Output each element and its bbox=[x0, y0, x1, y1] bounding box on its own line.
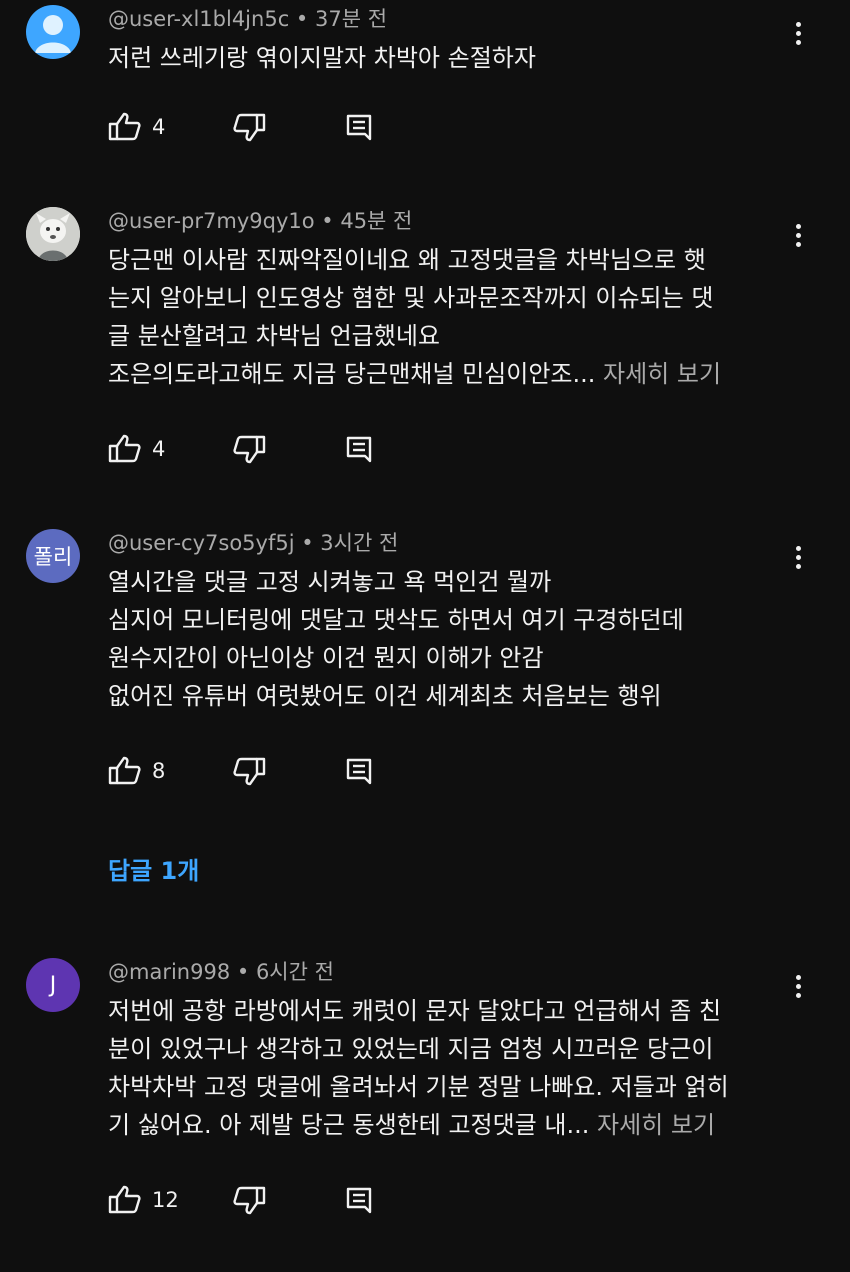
comment-line: 심지어 모니터링에 댓달고 댓삭도 하면서 여기 구경하던데 bbox=[108, 606, 684, 634]
comment-icon bbox=[346, 114, 372, 141]
avatar-initials: 폴리 bbox=[33, 545, 73, 569]
reply-button[interactable] bbox=[346, 1180, 372, 1220]
reply-button[interactable] bbox=[346, 429, 372, 469]
reply-button[interactable] bbox=[346, 107, 372, 147]
comment-line: 당근맨 이사람 진짜악질이네요 왜 고정댓글을 차박님으로 햇 bbox=[108, 246, 706, 274]
thumbs-up-icon bbox=[108, 1185, 141, 1214]
thumbs-up-icon bbox=[108, 756, 141, 785]
dot bbox=[795, 983, 801, 989]
comment-icon bbox=[346, 1187, 372, 1214]
comment-line: 글 분산할려고 차박님 언급했네요 bbox=[108, 322, 441, 350]
dot bbox=[795, 30, 801, 36]
avatar[interactable] bbox=[26, 5, 80, 59]
like-button[interactable]: 4 bbox=[108, 429, 165, 469]
read-more-link[interactable]: 자세히 보기 bbox=[597, 1111, 715, 1139]
username[interactable]: @user-xl1bl4jn5c bbox=[108, 7, 289, 31]
username[interactable]: @user-pr7my9qy1o bbox=[108, 209, 315, 233]
avatar[interactable] bbox=[26, 207, 80, 261]
comment-actions: 8 bbox=[108, 751, 428, 791]
username[interactable]: @marin998 bbox=[108, 960, 230, 984]
profile-photo-icon bbox=[26, 207, 80, 261]
timestamp: 6시간 전 bbox=[255, 960, 334, 984]
comment-text: 열시간을 댓글 고정 시켜놓고 욕 먹인건 뭘까 심지어 모니터링에 댓달고 댓… bbox=[108, 563, 798, 715]
truncated-text: 기 싫어요. 아 제발 당근 동생한테 고정댓글 내... bbox=[108, 1111, 590, 1139]
thumbs-down-icon bbox=[233, 757, 266, 786]
view-replies-button[interactable]: 답글 1개 bbox=[108, 851, 199, 886]
comment-line: 는지 알아보니 인도영상 혐한 및 사과문조작까지 이슈되는 댓 bbox=[108, 284, 714, 312]
dot bbox=[795, 545, 801, 551]
avatar-initials: J bbox=[49, 972, 57, 998]
avatar[interactable]: J bbox=[26, 958, 80, 1012]
comment-text: 저런 쓰레기랑 엮이지말자 차박아 손절하자 bbox=[108, 39, 798, 77]
dot bbox=[795, 232, 801, 238]
thumbs-down-icon bbox=[233, 1186, 266, 1215]
timestamp: 45분 전 bbox=[340, 209, 413, 233]
dislike-button[interactable] bbox=[232, 429, 266, 469]
comment-line: 분이 있었구나 생각하고 있었는데 지금 엄청 시끄러운 당근이 bbox=[108, 1035, 714, 1063]
comment-meta: @user-pr7my9qy1o • 45분 전 bbox=[108, 209, 413, 233]
username[interactable]: @user-cy7so5yf5j bbox=[108, 531, 295, 555]
comment-meta: @user-xl1bl4jn5c • 37분 전 bbox=[108, 7, 388, 31]
like-count: 8 bbox=[152, 759, 166, 783]
avatar[interactable]: 폴리 bbox=[26, 529, 80, 583]
timestamp: 37분 전 bbox=[315, 7, 388, 31]
comment-line: 차박차박 고정 댓글에 올려놔서 기분 정말 나빠요. 저들과 얽히 bbox=[108, 1073, 729, 1101]
comment-meta: @marin998 • 6시간 전 bbox=[108, 960, 334, 984]
comment-line: 원수지간이 아닌이상 이건 뭔지 이해가 안감 bbox=[108, 644, 544, 672]
comment-actions: 4 bbox=[108, 107, 428, 147]
comment-text: 당근맨 이사람 진짜악질이네요 왜 고정댓글을 차박님으로 햇 는지 알아보니 … bbox=[108, 241, 798, 393]
dislike-button[interactable] bbox=[232, 751, 266, 791]
dot bbox=[795, 554, 801, 560]
like-button[interactable]: 8 bbox=[108, 751, 165, 791]
dot bbox=[795, 974, 801, 980]
like-count: 4 bbox=[152, 115, 166, 139]
comment-text: 저번에 공항 라방에서도 캐럿이 문자 달았다고 언급해서 좀 친 분이 있었구… bbox=[108, 992, 798, 1144]
default-user-icon bbox=[35, 15, 71, 53]
read-more-link[interactable]: 자세히 보기 bbox=[603, 360, 721, 388]
comment-line: 저번에 공항 라방에서도 캐럿이 문자 달았다고 언급해서 좀 친 bbox=[108, 997, 722, 1025]
dot bbox=[795, 21, 801, 27]
comment-icon bbox=[346, 758, 372, 785]
dislike-button[interactable] bbox=[232, 107, 266, 147]
thumbs-up-icon bbox=[108, 434, 141, 463]
dislike-button[interactable] bbox=[232, 1180, 266, 1220]
like-count: 4 bbox=[152, 437, 166, 461]
reply-button[interactable] bbox=[346, 751, 372, 791]
comment-line: 열시간을 댓글 고정 시켜놓고 욕 먹인건 뭘까 bbox=[108, 568, 552, 596]
like-count: 12 bbox=[152, 1188, 179, 1212]
comment-actions: 12 bbox=[108, 1180, 428, 1220]
comment-line-truncated: 조은의도라고해도 지금 당근맨채널 민심이안조... 자세히 보기 bbox=[108, 355, 798, 393]
comment-line: 저런 쓰레기랑 엮이지말자 차박아 손절하자 bbox=[108, 44, 536, 72]
like-button[interactable]: 12 bbox=[108, 1180, 179, 1220]
timestamp: 3시간 전 bbox=[320, 531, 399, 555]
thumbs-up-icon bbox=[108, 112, 141, 141]
like-button[interactable]: 4 bbox=[108, 107, 165, 147]
comment-meta: @user-cy7so5yf5j • 3시간 전 bbox=[108, 531, 399, 555]
dot bbox=[795, 223, 801, 229]
thumbs-down-icon bbox=[233, 113, 266, 142]
comment-actions: 4 bbox=[108, 429, 428, 469]
comment-icon bbox=[346, 436, 372, 463]
truncated-text: 조은의도라고해도 지금 당근맨채널 민심이안조... bbox=[108, 360, 596, 388]
comment-line: 없어진 유튜버 여럿봤어도 이건 세계최초 처음보는 행위 bbox=[108, 682, 662, 710]
thumbs-down-icon bbox=[233, 435, 266, 464]
comment-line-truncated: 기 싫어요. 아 제발 당근 동생한테 고정댓글 내... 자세히 보기 bbox=[108, 1106, 798, 1144]
